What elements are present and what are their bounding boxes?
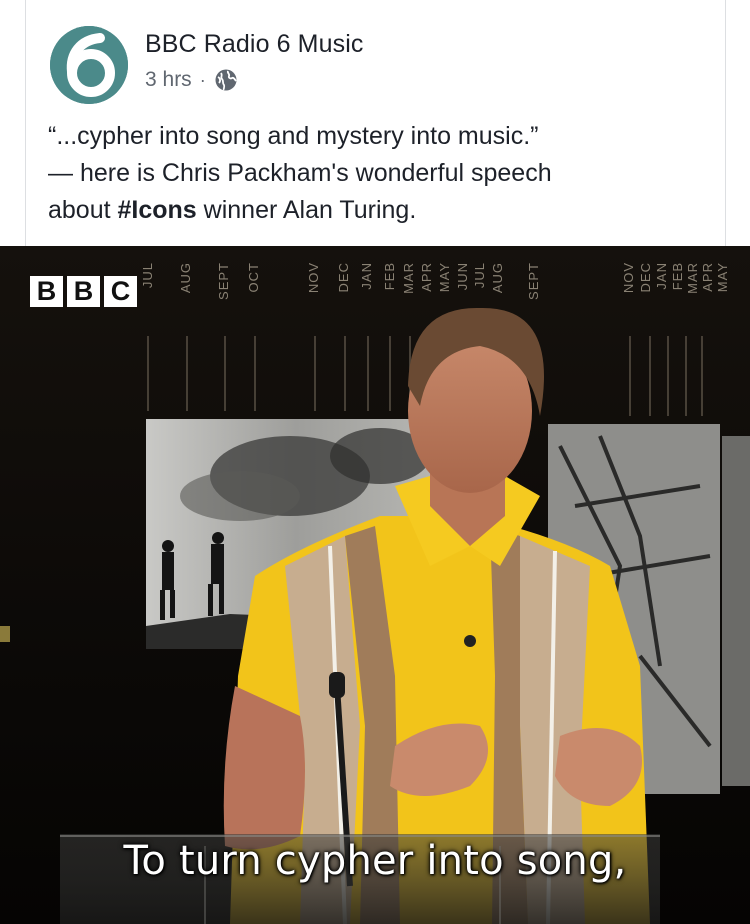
timeline-month: MAR bbox=[401, 262, 416, 294]
post-text-line: — here is Chris Packham's wonderful spee… bbox=[48, 159, 552, 187]
video-frame-image bbox=[0, 246, 750, 924]
radio-6-logo-icon bbox=[50, 26, 128, 104]
timeline-month: FEB bbox=[670, 262, 685, 291]
video-subtitle: To turn cypher into song, bbox=[123, 838, 627, 884]
post-meta: 3 hrs · bbox=[145, 68, 238, 92]
timeline-month: SEPT bbox=[526, 262, 541, 300]
globe-icon[interactable] bbox=[214, 68, 238, 92]
meta-separator: · bbox=[199, 69, 206, 90]
timeline-month: AUG bbox=[178, 262, 193, 294]
timeline-month: JUL bbox=[140, 262, 155, 289]
timeline-month: JUN bbox=[455, 262, 470, 291]
timeline-month: MAR bbox=[685, 262, 700, 294]
timeline-month: APR bbox=[419, 262, 434, 292]
bbc-logo-letter: B bbox=[67, 276, 100, 307]
video-player[interactable] bbox=[0, 246, 750, 924]
timeline-month: APR bbox=[700, 262, 715, 292]
page-avatar[interactable] bbox=[50, 26, 128, 104]
post-text-fragment: winner Alan Turing. bbox=[196, 196, 417, 224]
timeline-month: MAY bbox=[715, 262, 730, 293]
timeline-month: NOV bbox=[306, 262, 321, 294]
timeline-month: JUL bbox=[472, 262, 487, 289]
page-name-link[interactable]: BBC Radio 6 Music bbox=[145, 30, 363, 59]
timeline-month: JAN bbox=[359, 262, 374, 290]
bbc-logo-letter: C bbox=[104, 276, 137, 307]
post-text-line: about #Icons winner Alan Turing. bbox=[48, 192, 708, 229]
timeline-month: SEPT bbox=[216, 262, 231, 300]
timeline-month: JAN bbox=[654, 262, 669, 290]
post-timestamp[interactable]: 3 hrs bbox=[145, 68, 192, 92]
bbc-logo: B B C bbox=[30, 276, 137, 307]
hashtag-link[interactable]: #Icons bbox=[118, 196, 197, 224]
timeline-month: OCT bbox=[246, 262, 261, 293]
post-text-line: “...cypher into song and mystery into mu… bbox=[48, 122, 539, 150]
bbc-logo-letter: B bbox=[30, 276, 63, 307]
timeline-month: DEC bbox=[336, 262, 351, 293]
timeline-month: FEB bbox=[382, 262, 397, 291]
timeline-month: MAY bbox=[437, 262, 452, 293]
timeline-month: AUG bbox=[490, 262, 505, 294]
post-body-text: “...cypher into song and mystery into mu… bbox=[48, 118, 708, 229]
post-text-fragment: about bbox=[48, 196, 118, 224]
timeline-month: NOV bbox=[621, 262, 636, 294]
timeline-month: DEC bbox=[638, 262, 653, 293]
